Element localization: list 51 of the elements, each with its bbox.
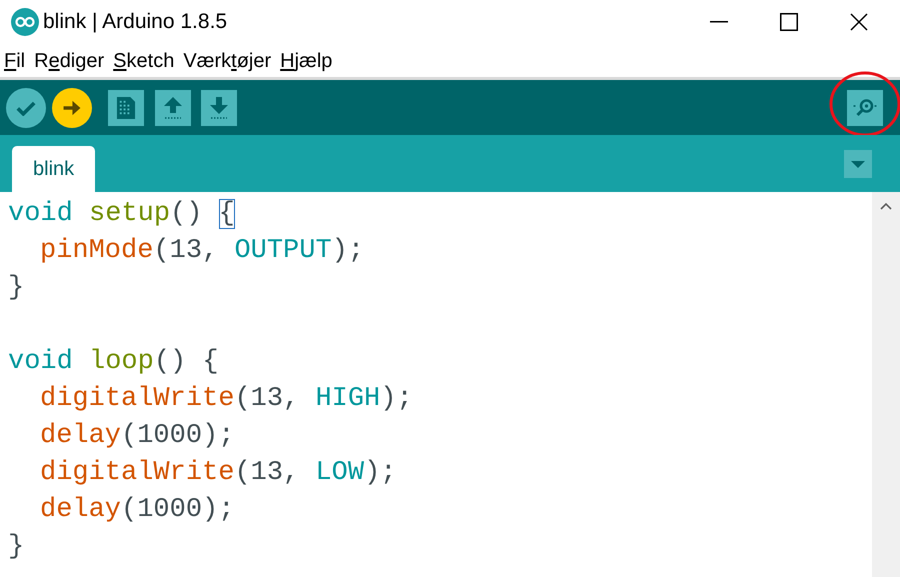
minimize-icon[interactable]	[710, 21, 728, 23]
code-token: OUTPUT	[234, 236, 332, 266]
new-button[interactable]	[108, 90, 144, 126]
code-token: (1000);	[121, 495, 234, 525]
file-tab[interactable]: blink	[12, 146, 96, 192]
code-token: loop	[89, 347, 154, 377]
app-logo-icon	[11, 8, 39, 36]
code-token: setup	[89, 199, 170, 229]
document-icon	[116, 96, 136, 120]
code-token: () {	[154, 347, 219, 377]
arrow-right-icon	[62, 100, 82, 116]
code-token: HIGH	[315, 384, 380, 414]
upload-button[interactable]	[52, 88, 92, 128]
scrollbar[interactable]	[872, 192, 900, 577]
tab-menu-icon[interactable]	[844, 150, 872, 178]
maximize-icon[interactable]	[780, 13, 798, 31]
verify-button[interactable]	[6, 88, 46, 128]
serial-monitor-button[interactable]	[847, 90, 883, 126]
code-token: (13,	[153, 236, 220, 266]
check-icon	[16, 100, 36, 116]
save-button[interactable]	[201, 90, 237, 126]
code-token: void	[8, 199, 74, 229]
code-token: LOW	[315, 458, 364, 488]
code-token: );	[380, 384, 413, 414]
code-token: pinMode	[40, 236, 154, 266]
code-token: digitalWrite	[40, 458, 234, 488]
code-token: void	[8, 347, 74, 377]
magnifier-icon	[853, 98, 877, 116]
code-token: digitalWrite	[40, 384, 234, 414]
code-token: delay	[40, 421, 122, 451]
menu-item[interactable]: Sketch	[113, 46, 174, 76]
code-token: }	[8, 273, 24, 303]
menu-item[interactable]: Hjælp	[280, 46, 332, 76]
code-token: (13,	[234, 458, 300, 488]
code-token: );	[332, 236, 364, 266]
menu-item[interactable]: Rediger	[34, 46, 104, 76]
window-title: blink | Arduino 1.8.5	[43, 9, 228, 36]
menu-item[interactable]: Værktøjer	[183, 46, 272, 76]
arrow-up-icon	[163, 96, 183, 119]
open-button[interactable]	[155, 90, 191, 126]
code-token: delay	[40, 495, 122, 525]
code-token: );	[364, 458, 396, 488]
code-token: (13,	[234, 384, 300, 414]
matched-bracket: {	[218, 199, 235, 229]
code-token: ()	[170, 199, 204, 229]
arrow-down-icon	[209, 96, 229, 119]
menu-item[interactable]: Fil	[4, 46, 26, 76]
code-token: (1000);	[121, 421, 234, 451]
scroll-up-icon[interactable]	[880, 202, 892, 210]
code-token: }	[8, 532, 24, 562]
close-icon[interactable]	[850, 13, 868, 31]
